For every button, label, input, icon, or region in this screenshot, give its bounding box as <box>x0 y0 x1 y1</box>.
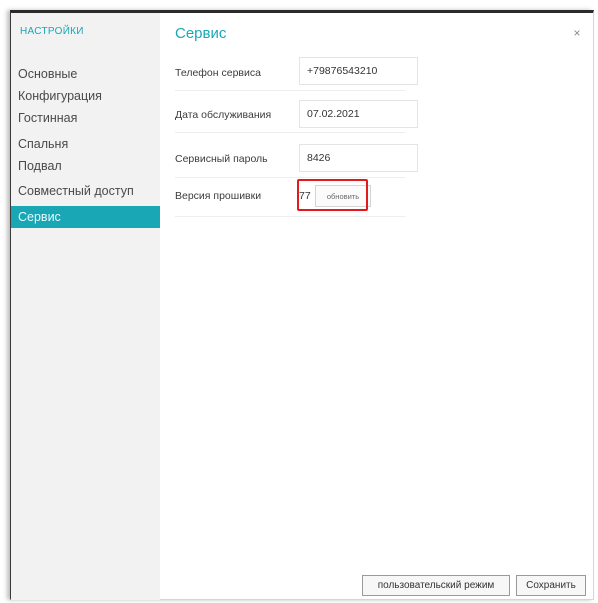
phone-label: Телефон сервиса <box>175 67 261 79</box>
settings-window: настройки Основные Конфигурация Гостинна… <box>10 10 594 600</box>
firmware-label: Версия прошивки <box>175 190 262 202</box>
service-password-row: Сервисный пароль <box>175 144 418 178</box>
sidebar-item-living-room[interactable]: Гостинная <box>11 107 160 129</box>
page-title: Сервис <box>175 25 227 42</box>
service-date-row: Дата обслуживания <box>175 99 418 133</box>
user-mode-button[interactable]: пользовательский режим <box>362 575 510 596</box>
sidebar-item-bedroom[interactable]: Спальня <box>11 133 160 155</box>
service-password-label: Сервисный пароль <box>175 153 268 165</box>
firmware-row: Версия прошивки 77 обновить <box>175 183 405 217</box>
sidebar-item-service[interactable]: Сервис <box>11 206 160 228</box>
sidebar: настройки Основные Конфигурация Гостинна… <box>11 13 160 600</box>
service-panel: × Сервис Телефон сервиса Дата обслуживан… <box>160 13 593 599</box>
close-icon[interactable]: × <box>570 26 584 40</box>
phone-row: Телефон сервиса <box>175 57 418 91</box>
sidebar-item-configuration[interactable]: Конфигурация <box>11 85 160 107</box>
service-date-label: Дата обслуживания <box>175 109 272 121</box>
service-date-input[interactable] <box>299 100 418 128</box>
phone-input[interactable] <box>299 57 418 85</box>
sidebar-item-basement[interactable]: Подвал <box>11 155 160 177</box>
update-firmware-button[interactable]: обновить <box>315 185 371 207</box>
service-password-input[interactable] <box>299 144 418 172</box>
firmware-version: 77 <box>299 190 311 202</box>
save-button[interactable]: Сохранить <box>516 575 586 596</box>
sidebar-header: настройки <box>20 26 84 37</box>
sidebar-item-shared-access[interactable]: Совместный доступ <box>11 180 160 202</box>
sidebar-item-main[interactable]: Основные <box>11 63 160 85</box>
